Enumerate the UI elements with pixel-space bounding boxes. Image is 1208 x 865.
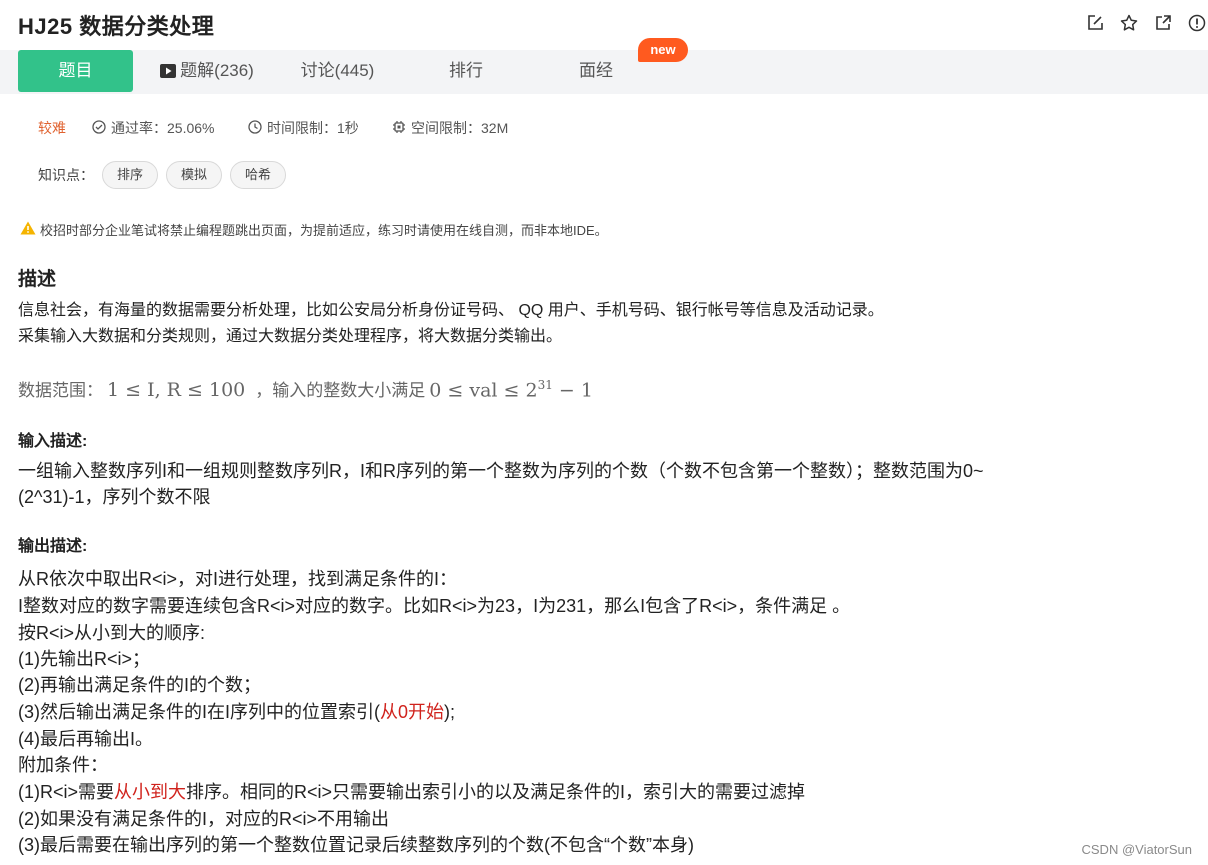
output-line-9-a: (1)R<i>需要	[18, 782, 115, 802]
tab-problem[interactable]: 题目	[18, 50, 133, 92]
range-math-2: 0 ≤ val ≤ 231 − 1	[429, 378, 593, 401]
pass-rate-text: 通过率：25.06%	[111, 120, 215, 136]
output-line-1: 从R依次中取出R<i>，对I进行处理，找到满足条件的I：	[18, 569, 458, 589]
tab-discussion[interactable]: 讨论(445)	[290, 50, 385, 92]
space-limit-text: 空间限制：32M	[411, 120, 509, 136]
range-mid-text: ，输入的整数大小满足	[255, 381, 426, 400]
problem-meta: 较难 通过率：25.06% 时间限制：1秒 空间限制：32M	[0, 118, 1208, 138]
output-line-6-b: );	[444, 702, 456, 722]
tag-sort[interactable]: 排序	[102, 161, 159, 189]
time-limit: 时间限制：1秒	[248, 118, 359, 138]
output-line-10: (2)如果没有满足条件的I，对应的R<i>不用输出	[18, 809, 390, 829]
star-icon[interactable]	[1118, 12, 1140, 34]
range-label: 数据范围：	[18, 381, 103, 400]
video-icon	[160, 52, 177, 94]
output-line-5: (2)再输出满足条件的I的个数；	[18, 675, 261, 695]
tab-ranking[interactable]: 排行	[440, 50, 492, 92]
warning-text: 校招时部分企业笔试将禁止编程题跳出页面，为提前适应，练习时请使用在线自测，而非本…	[40, 223, 608, 238]
title-bar: HJ25 数据分类处理	[0, 0, 1208, 48]
output-line-3: 按R<i>从小到大的顺序:	[18, 623, 206, 643]
output-line-6-a: (3)然后输出满足条件的I在I序列中的位置索引(	[18, 702, 380, 722]
clock-icon	[248, 119, 262, 137]
check-circle-icon	[92, 119, 106, 137]
input-heading: 输入描述:	[18, 433, 88, 450]
input-line-2: (2^31)-1，序列个数不限	[18, 487, 211, 507]
output-line-9: (1)R<i>需要从小到大排序。相同的R<i>只需要输出索引小的以及满足条件的I…	[18, 779, 805, 806]
difficulty-label: 较难	[38, 120, 66, 136]
output-line-9-b: 排序。相同的R<i>只需要输出索引小的以及满足条件的I，索引大的需要过滤掉	[186, 782, 806, 802]
output-line-9-highlight: 从小到大	[114, 782, 187, 802]
tab-bar: 题目 题解(236) 讨论(445) 排行 面经	[0, 50, 1208, 94]
warning-icon	[20, 221, 36, 238]
tab-solutions-label: 题解(236)	[180, 61, 254, 80]
description-heading: 描述	[18, 269, 57, 290]
share-icon[interactable]	[1152, 12, 1174, 34]
range-math-2-tail: − 1	[552, 379, 593, 401]
knowledge-label: 知识点：	[38, 167, 94, 183]
warning-notice: 校招时部分企业笔试将禁止编程题跳出页面，为提前适应，练习时请使用在线自测，而非本…	[20, 220, 608, 239]
new-badge: new	[638, 38, 688, 62]
output-heading: 输出描述:	[18, 538, 88, 555]
edit-icon[interactable]	[1084, 12, 1106, 34]
knowledge-tags: 知识点： 排序 模拟 哈希	[38, 161, 287, 189]
output-line-2: I整数对应的数字需要连续包含R<i>对应的数字。比如R<i>为23，I为231，…	[18, 596, 851, 616]
range-math-1: 1 ≤ I, R ≤ 100	[107, 379, 246, 401]
page-title: HJ25 数据分类处理	[18, 14, 215, 39]
input-line-1: 一组输入整数序列I和一组规则整数序列R，I和R序列的第一个整数为序列的个数（个数…	[18, 461, 984, 481]
range-exponent: 31	[537, 377, 553, 392]
tag-hash[interactable]: 哈希	[230, 161, 287, 189]
watermark: CSDN @ViatorSun	[1081, 842, 1193, 857]
tab-solutions[interactable]: 题解(236)	[152, 50, 262, 92]
tag-simulation[interactable]: 模拟	[166, 161, 223, 189]
output-line-6: (3)然后输出满足条件的I在I序列中的位置索引(从0开始);	[18, 699, 455, 726]
description-line-1: 信息社会，有海量的数据需要分析处理，比如公安局分析身份证号码、 QQ 用户、手机…	[18, 302, 884, 319]
output-line-8: 附加条件：	[18, 755, 108, 775]
data-range: 数据范围： 1 ≤ I, R ≤ 100 ，输入的整数大小满足 0 ≤ val …	[18, 376, 593, 401]
info-icon[interactable]	[1186, 12, 1208, 34]
output-line-4: (1)先输出R<i>；	[18, 649, 151, 669]
toolbar-icons	[1084, 12, 1208, 34]
output-line-11: (3)最后需要在输出序列的第一个整数位置记录后续整数序列的个数(不包含“个数”本…	[18, 835, 694, 855]
description-line-2: 采集输入大数据和分类规则，通过大数据分类处理程序，将大数据分类输出。	[18, 328, 563, 345]
time-limit-text: 时间限制：1秒	[267, 120, 359, 136]
chip-icon	[392, 120, 406, 137]
pass-rate: 通过率：25.06%	[92, 118, 214, 138]
space-limit: 空间限制：32M	[392, 118, 508, 138]
output-line-6-highlight: 从0开始	[380, 702, 445, 722]
output-line-7: (4)最后再输出I。	[18, 729, 153, 749]
tab-interview[interactable]: 面经	[570, 50, 622, 92]
range-math-2-base: 0 ≤ val ≤ 2	[429, 379, 538, 401]
